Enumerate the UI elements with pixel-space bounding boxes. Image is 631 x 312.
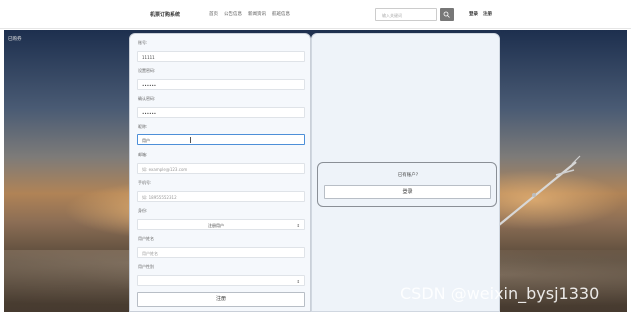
identity-label: 身份: xyxy=(138,208,148,213)
confirm-password-value: •••••• xyxy=(142,111,157,116)
realname-label: 用户姓名 xyxy=(138,236,154,241)
email-label: 邮箱: xyxy=(138,152,148,157)
search-icon xyxy=(443,11,450,18)
hero-top-label: 已购券 xyxy=(8,37,22,42)
nickname-label: 昵称: xyxy=(138,124,148,129)
confirm-password-label: 确认密码: xyxy=(138,96,156,101)
gender-label: 用户性别 xyxy=(138,264,154,269)
login-prompt-box: 已有账户? 登录 xyxy=(317,162,497,207)
email-field[interactable]: 如: example@123.com xyxy=(137,163,305,174)
phone-label: 手机号: xyxy=(138,180,152,185)
email-placeholder: 如: example@123.com xyxy=(142,167,188,172)
nav-login-link[interactable]: 登录 xyxy=(469,11,478,17)
password-value: •••••• xyxy=(142,83,157,88)
auth-links: 登录 注册 xyxy=(469,11,492,17)
top-nav: 机票订购系统 首页 公告信息 新闻资讯 航班信息 输入关键词 登录 注册 xyxy=(0,0,631,29)
identity-value: 注册用户 xyxy=(208,223,224,228)
csdn-watermark: CSDN @weixin_bysj1330 xyxy=(400,284,600,303)
nickname-value: 用户 xyxy=(142,138,150,143)
nav-register-link[interactable]: 注册 xyxy=(483,11,492,17)
nav-link-flights[interactable]: 航班信息 xyxy=(272,11,290,17)
text-cursor-icon xyxy=(190,137,191,143)
nav-links: 首页 公告信息 新闻资讯 航班信息 xyxy=(209,11,290,17)
site-brand[interactable]: 机票订购系统 xyxy=(150,11,180,18)
chevron-updown-icon: ⇕ xyxy=(296,223,300,228)
confirm-password-field[interactable]: •••••• xyxy=(137,107,305,118)
account-label: 账号: xyxy=(138,40,148,45)
realname-placeholder: 用户姓名 xyxy=(142,251,158,256)
nav-link-notices[interactable]: 公告信息 xyxy=(224,11,242,17)
account-value: 11111 xyxy=(142,55,155,60)
nav-link-home[interactable]: 首页 xyxy=(209,11,218,17)
nav-link-news[interactable]: 新闻资讯 xyxy=(248,11,266,17)
gender-select[interactable]: ⇕ xyxy=(137,275,305,286)
realname-field[interactable]: 用户姓名 xyxy=(137,247,305,258)
phone-field[interactable]: 如: 18955552312 xyxy=(137,191,305,202)
search-button[interactable] xyxy=(440,8,454,21)
airplane-image xyxy=(498,155,581,226)
account-field[interactable]: 11111 xyxy=(137,51,305,62)
register-button[interactable]: 注册 xyxy=(137,292,305,307)
password-field[interactable]: •••••• xyxy=(137,79,305,90)
search-input[interactable]: 输入关键词 xyxy=(375,8,437,21)
identity-select[interactable]: 注册用户 ⇕ xyxy=(137,219,305,230)
phone-placeholder: 如: 18955552312 xyxy=(142,195,177,200)
login-button[interactable]: 登录 xyxy=(324,185,491,199)
password-label: 设置密码: xyxy=(138,68,156,73)
nickname-field[interactable]: 用户 xyxy=(137,134,305,145)
have-account-text: 已有账户? xyxy=(397,173,419,178)
search-placeholder: 输入关键词 xyxy=(382,13,402,18)
chevron-updown-icon: ⇕ xyxy=(296,279,300,284)
